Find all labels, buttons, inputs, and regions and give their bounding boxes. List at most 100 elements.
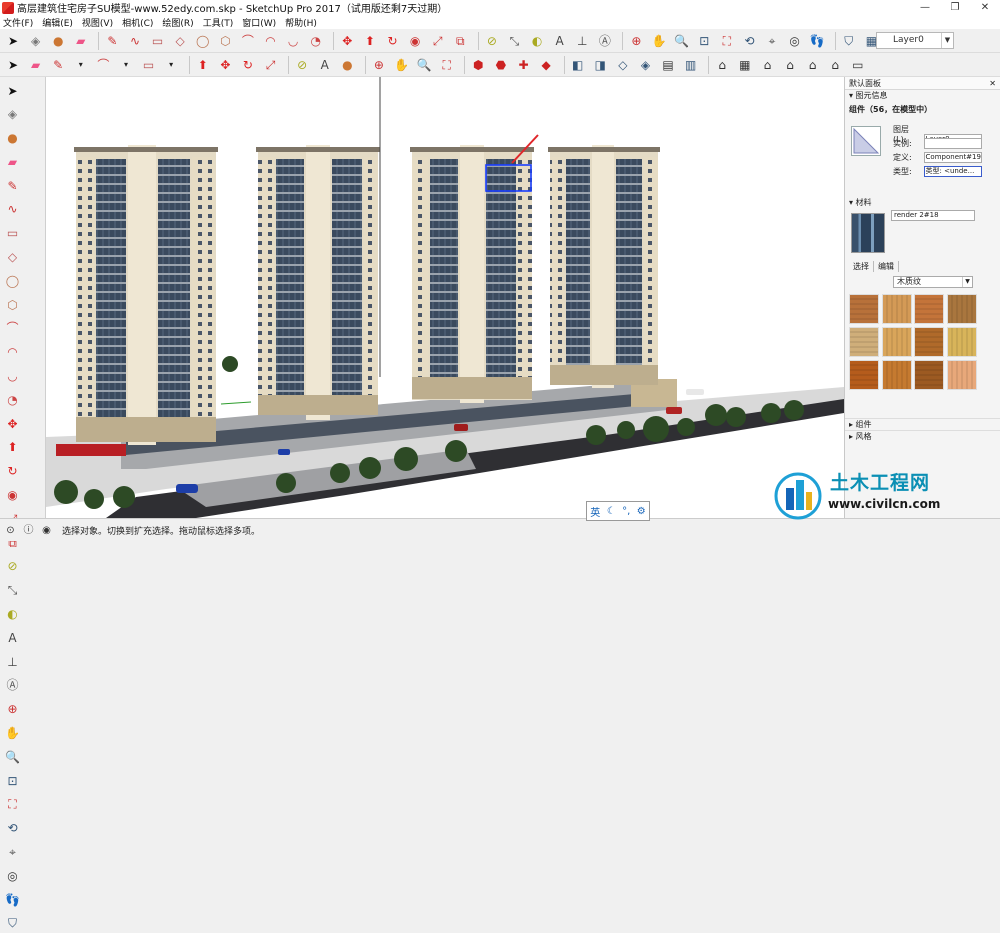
- orbit-icon[interactable]: ⊕: [3, 700, 22, 719]
- components-section[interactable]: ▸ 组件: [845, 418, 1000, 429]
- section-plane-icon[interactable]: ⛉: [3, 914, 22, 933]
- push-pull-icon[interactable]: ⬆: [3, 438, 22, 457]
- follow-me-icon[interactable]: ◉: [406, 32, 424, 50]
- zoom-icon[interactable]: 🔍: [415, 56, 433, 74]
- minimize-button[interactable]: —: [910, 0, 940, 15]
- walk-icon[interactable]: 👣: [3, 890, 22, 909]
- orbit-icon[interactable]: ⊕: [370, 56, 388, 74]
- three-point-arc-icon[interactable]: ◡: [284, 32, 302, 50]
- type-field[interactable]: 类型: <unde...: [923, 166, 982, 177]
- user-status-icon[interactable]: ◉: [40, 524, 53, 537]
- pan-icon[interactable]: ✋: [650, 32, 668, 50]
- paint-bucket-icon[interactable]: ●: [3, 129, 22, 148]
- zoom-window-icon[interactable]: ⊡: [695, 32, 713, 50]
- credits-status-icon[interactable]: ⓘ: [22, 524, 35, 537]
- material-name-field[interactable]: render 2#18: [891, 210, 975, 221]
- protractor-icon[interactable]: ◐: [3, 605, 22, 624]
- make-component-icon[interactable]: ◈: [3, 105, 22, 124]
- walk-icon[interactable]: 👣: [808, 32, 826, 50]
- menu-tools[interactable]: 工具(T): [203, 16, 234, 29]
- zoom-extents-icon[interactable]: ⛶: [718, 32, 736, 50]
- hidden-line-style-icon[interactable]: ◈: [636, 56, 654, 74]
- pan-icon[interactable]: ✋: [3, 724, 22, 743]
- rectangle-icon[interactable]: ▭: [149, 32, 167, 50]
- line-pencil-icon[interactable]: ✎: [3, 176, 22, 195]
- push-pull-icon[interactable]: ⬆: [194, 56, 212, 74]
- move-icon[interactable]: ✥: [216, 56, 234, 74]
- material-swatch[interactable]: [946, 327, 977, 357]
- share-model-icon[interactable]: ⬣: [492, 56, 510, 74]
- 3d-warehouse-icon[interactable]: ⬢: [469, 56, 487, 74]
- right-view-icon[interactable]: ⌂: [781, 56, 799, 74]
- chevron-down-icon[interactable]: ▾: [72, 56, 90, 74]
- freehand-icon[interactable]: ∿: [126, 32, 144, 50]
- push-pull-icon[interactable]: ⬆: [361, 32, 379, 50]
- menu-view[interactable]: 视图(V): [82, 16, 113, 29]
- tape-measure-icon[interactable]: ⊘: [483, 32, 501, 50]
- geo-location-status-icon[interactable]: ⊙: [4, 524, 17, 537]
- extension-warehouse-icon[interactable]: ✚: [514, 56, 532, 74]
- close-icon[interactable]: ✕: [989, 77, 996, 90]
- instance-field[interactable]: [923, 138, 982, 149]
- move-icon[interactable]: ✥: [3, 414, 22, 433]
- circle-icon[interactable]: ◯: [3, 271, 22, 290]
- material-swatch[interactable]: [914, 294, 944, 324]
- freehand-icon[interactable]: ∿: [3, 200, 22, 219]
- chevron-down-icon[interactable]: ▾: [162, 56, 180, 74]
- previous-view-icon[interactable]: ⟲: [740, 32, 758, 50]
- axes-icon[interactable]: ⊥: [573, 32, 591, 50]
- back-view-icon[interactable]: ⌂: [804, 56, 822, 74]
- polygon-icon[interactable]: ⬡: [3, 295, 22, 314]
- dimension-icon[interactable]: ⤡: [505, 32, 523, 50]
- polygon-icon[interactable]: ⬡: [216, 32, 234, 50]
- styles-section[interactable]: ▸ 风格: [845, 430, 1000, 441]
- layer-dropdown[interactable]: Layer0 ▼: [876, 32, 954, 49]
- rotated-rectangle-icon[interactable]: ◇: [171, 32, 189, 50]
- paint-bucket-icon[interactable]: ●: [49, 32, 67, 50]
- tab-edit[interactable]: 编辑: [874, 261, 899, 272]
- material-swatch[interactable]: [881, 360, 912, 390]
- ime-toolbar[interactable]: 英 ☾ °, ⚙: [586, 501, 650, 521]
- back-edges-style-icon[interactable]: ◨: [591, 56, 609, 74]
- material-swatch[interactable]: [849, 294, 879, 324]
- three-point-arc-icon[interactable]: ◡: [3, 367, 22, 386]
- tape-measure-icon[interactable]: ⊘: [293, 56, 311, 74]
- rectangle-icon[interactable]: ▭: [3, 224, 22, 243]
- select-arrow-icon[interactable]: ➤: [3, 81, 22, 100]
- chevron-down-icon[interactable]: ▾: [117, 56, 135, 74]
- model-viewport[interactable]: [46, 77, 844, 518]
- circle-icon[interactable]: ◯: [194, 32, 212, 50]
- materials-header[interactable]: ▾ 材料: [845, 197, 872, 209]
- two-point-arc-icon[interactable]: ◠: [3, 343, 22, 362]
- shaded-style-icon[interactable]: ▤: [659, 56, 677, 74]
- top-view-icon[interactable]: ▦: [736, 56, 754, 74]
- paint-bucket-icon[interactable]: ●: [338, 56, 356, 74]
- make-component-icon[interactable]: ◈: [27, 32, 45, 50]
- material-library-dropdown[interactable]: 木质纹 ▼: [893, 276, 973, 288]
- menu-edit[interactable]: 编辑(E): [42, 16, 73, 29]
- xray-style-icon[interactable]: ◧: [569, 56, 587, 74]
- eraser-icon[interactable]: ▰: [72, 32, 90, 50]
- follow-me-icon[interactable]: ◉: [3, 486, 22, 505]
- maximize-button[interactable]: ❐: [940, 0, 970, 15]
- previous-view-icon[interactable]: ⟲: [3, 819, 22, 838]
- menu-file[interactable]: 文件(F): [3, 16, 33, 29]
- rotate-icon[interactable]: ↻: [384, 32, 402, 50]
- moon-icon[interactable]: ☾: [607, 506, 616, 517]
- line-pencil-icon[interactable]: ✎: [103, 32, 121, 50]
- zoom-extents-icon[interactable]: ⛶: [3, 795, 22, 814]
- front-view-icon[interactable]: ⌂: [758, 56, 776, 74]
- rotated-rectangle-icon[interactable]: ◇: [3, 248, 22, 267]
- rotate-icon[interactable]: ↻: [3, 462, 22, 481]
- position-camera-icon[interactable]: ⌖: [763, 32, 781, 50]
- zoom-icon[interactable]: 🔍: [673, 32, 691, 50]
- pan-icon[interactable]: ✋: [393, 56, 411, 74]
- text-label-icon[interactable]: A: [551, 32, 569, 50]
- select-arrow-icon[interactable]: ➤: [4, 56, 22, 74]
- material-swatch[interactable]: [881, 294, 912, 324]
- iso-view-icon[interactable]: ⌂: [713, 56, 731, 74]
- gear-icon[interactable]: ⚙: [637, 506, 646, 517]
- material-swatch[interactable]: [849, 360, 879, 390]
- protractor-icon[interactable]: ◐: [528, 32, 546, 50]
- menu-camera[interactable]: 相机(C): [122, 16, 153, 29]
